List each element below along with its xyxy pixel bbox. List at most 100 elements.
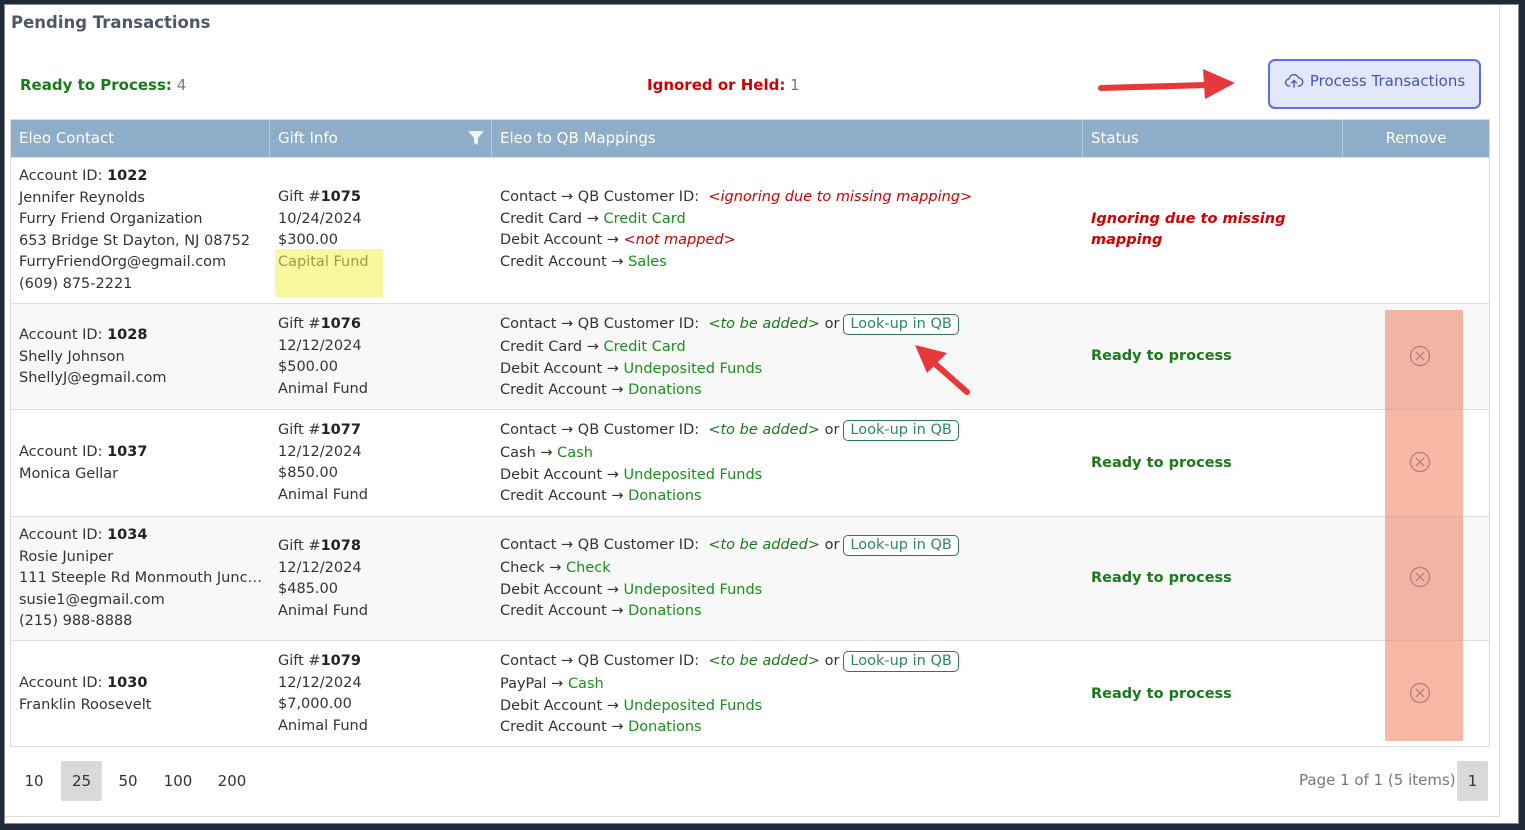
contact-cell: Account ID: 1030 Franklin Roosevelt [19,673,151,716]
mappings-cell: Contact → QB Customer ID: <ignoring due … [500,187,972,273]
contact-name: Rosie Juniper [19,548,114,565]
filter-icon[interactable] [467,129,485,147]
map-contact-value: <to be added> [708,316,820,332]
map-contact-label: Contact → QB Customer ID: [500,653,700,669]
gift-number: 1078 [320,538,361,554]
gift-label: Gift # [278,538,321,554]
mappings-cell: Contact → QB Customer ID: <to be added> … [500,651,959,739]
gift-cell: Gift #1079 12/12/2024 $7,000.00 Animal F… [278,651,368,737]
lookup-in-qb-button[interactable]: Look-up in QB [843,420,959,441]
map-payment-value: Cash [567,676,604,692]
contact-name: Monica Gellar [19,465,119,482]
gift-fund: Animal Fund [278,602,368,619]
gift-cell: Gift #1075 10/24/2024 $300.00 Capital Fu… [278,187,369,273]
status-text: Ready to process [1091,686,1232,702]
transactions-grid: Eleo Contact Gift Info Eleo to QB Mappin… [10,119,1490,747]
map-contact-value: <to be added> [708,422,820,438]
gift-amount: $500.00 [278,359,338,375]
gift-date: 12/12/2024 [278,559,362,576]
page-button-1[interactable]: 1 [1457,761,1488,801]
column-header-status[interactable]: Status [1083,120,1343,157]
column-header-remove: Remove [1385,129,1447,147]
lookup-in-qb-button[interactable]: Look-up in QB [843,535,959,556]
map-debit-value: Undeposited Funds [623,581,763,598]
contact-name: Shelly Johnson [19,348,125,365]
gift-label: Gift # [278,653,321,669]
mappings-cell: Contact → QB Customer ID: <to be added> … [500,314,959,402]
contact-organization: Furry Friend Organization [19,211,203,227]
remove-icon[interactable] [1409,345,1431,367]
map-contact-label: Contact → QB Customer ID: [500,189,700,205]
map-debit-label: Debit Account → [500,360,619,377]
remove-icon[interactable] [1409,451,1431,473]
account-label: Account ID: [19,327,103,343]
account-label: Account ID: [19,444,103,460]
map-debit-value: Undeposited Funds [623,466,763,483]
gift-amount: $485.00 [278,581,338,597]
contact-phone: (215) 988-8888 [19,613,133,629]
contact-name: Jennifer Reynolds [19,189,145,206]
page-size-25[interactable]: 25 [61,761,102,801]
lookup-in-qb-button[interactable]: Look-up in QB [843,314,959,335]
gift-label: Gift # [278,316,321,332]
annotation-arrow-right [1098,69,1235,99]
account-id: 1034 [107,527,148,543]
remove-icon[interactable] [1409,566,1431,588]
map-credit-label: Credit Account → [500,488,624,504]
cloud-upload-icon [1284,74,1304,88]
grid-header: Eleo Contact Gift Info Eleo to QB Mappin… [11,120,1489,157]
map-credit-value: Donations [628,603,702,619]
page-title: Pending Transactions [11,13,211,32]
gift-fund: Animal Fund [278,486,368,503]
map-credit-label: Credit Account → [500,253,624,270]
contact-name: Franklin Roosevelt [19,696,152,713]
process-transactions-button[interactable]: Process Transactions [1268,59,1481,109]
or-label: or [824,422,840,438]
page-size-200[interactable]: 200 [209,761,255,801]
table-row: Account ID: 1030 Franklin Roosevelt Gift… [11,640,1489,746]
gift-label: Gift # [278,422,321,438]
map-contact-label: Contact → QB Customer ID: [500,316,700,332]
contact-email: FurryFriendOrg@egmail.com [19,254,227,270]
gift-date: 12/12/2024 [278,337,362,354]
map-credit-value: Donations [628,488,702,504]
gift-number: 1079 [320,653,361,669]
map-debit-label: Debit Account → [500,466,619,483]
ready-count: 4 [176,76,187,94]
mappings-cell: Contact → QB Customer ID: <to be added> … [500,535,959,623]
contact-phone: (609) 875-2221 [19,275,133,292]
map-credit-value: Donations [628,719,702,735]
map-credit-label: Credit Account → [500,382,624,398]
map-credit-label: Credit Account → [500,719,624,735]
table-row: Account ID: 1028 Shelly Johnson ShellyJ@… [11,303,1489,409]
map-contact-value: <to be added> [708,537,820,553]
account-id: 1028 [107,327,148,343]
column-header-mappings[interactable]: Eleo to QB Mappings [492,120,1083,157]
map-payment-label: PayPal → [500,676,564,692]
lookup-in-qb-button[interactable]: Look-up in QB [843,651,959,672]
page-size-50[interactable]: 50 [109,761,147,801]
remove-icon[interactable] [1409,682,1431,704]
gift-fund: Animal Fund [278,380,368,397]
map-payment-label: Credit Card → [500,210,599,227]
account-label: Account ID: [19,527,103,543]
column-header-eleo-contact[interactable]: Eleo Contact [11,120,270,157]
status-text: Ready to process [1091,455,1232,471]
ready-label: Ready to Process: [20,76,172,94]
map-debit-label: Debit Account → [500,232,619,248]
ignored-label: Ignored or Held: [647,76,786,94]
or-label: or [824,316,840,332]
contact-address: 111 Steeple Rd Monmouth Juncti... [19,570,264,586]
map-debit-label: Debit Account → [500,581,619,598]
map-credit-label: Credit Account → [500,603,624,619]
column-header-gift-info-label: Gift Info [278,129,338,147]
ignored-count: 1 [790,76,800,94]
status-text: Ignoring due to missing mapping [1091,211,1286,248]
gift-cell: Gift #1076 12/12/2024 $500.00 Animal Fun… [278,314,368,400]
column-header-gift-info[interactable]: Gift Info [270,120,492,157]
account-label: Account ID: [19,675,103,691]
or-label: or [824,537,840,553]
contact-email: susie1@egmail.com [19,591,165,608]
page-size-100[interactable]: 100 [155,761,201,801]
page-size-10[interactable]: 10 [15,761,53,801]
